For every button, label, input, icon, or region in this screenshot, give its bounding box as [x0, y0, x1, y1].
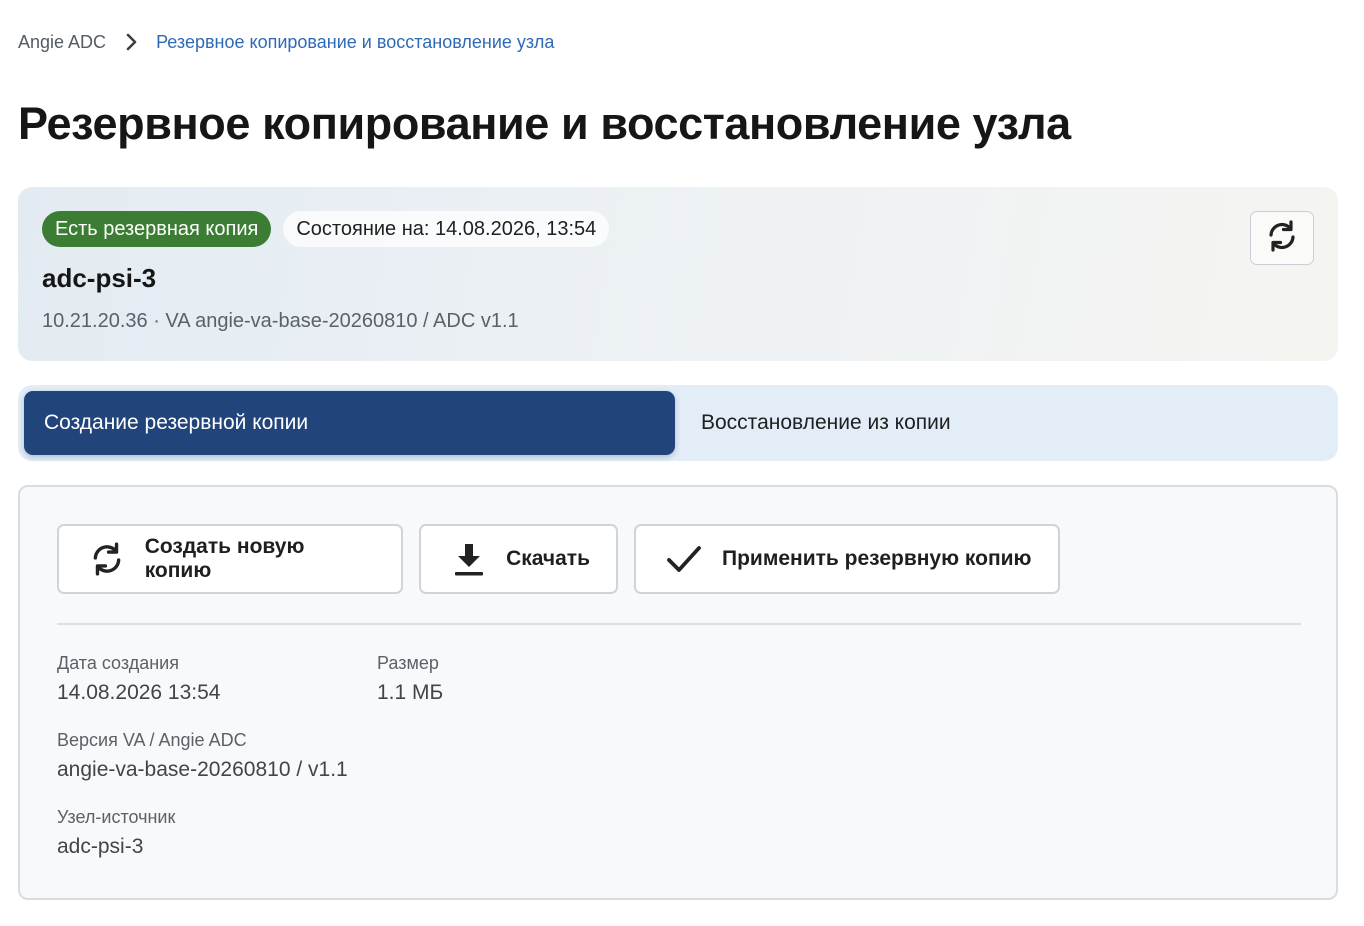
- action-buttons: Создать новую копию Скачать Применить ре…: [57, 524, 1060, 594]
- tab-restore-backup[interactable]: Восстановление из копии: [681, 391, 1332, 455]
- breadcrumb-current[interactable]: Резервное копирование и восстановление у…: [156, 32, 554, 53]
- created-date-label: Дата создания: [57, 653, 179, 673]
- page-title: Резервное копирование и восстановление у…: [18, 98, 1071, 149]
- breadcrumb-root[interactable]: Angie ADC: [18, 32, 106, 53]
- download-button[interactable]: Скачать: [419, 524, 618, 594]
- status-timestamp-badge: Состояние на: 14.08.2026, 13:54: [283, 211, 610, 247]
- create-backup-label: Создать новую копию: [144, 535, 305, 582]
- created-date-value: 14.08.2026 13:54: [57, 681, 221, 704]
- mode-tabs: Создание резервной копии Восстановление …: [18, 385, 1338, 461]
- apply-backup-label: Применить резервную копию: [722, 547, 1032, 570]
- size-label: Размер: [377, 653, 439, 673]
- download-icon: [449, 539, 488, 579]
- create-backup-button[interactable]: Создать новую копию: [57, 524, 403, 594]
- refresh-button[interactable]: [1250, 211, 1314, 265]
- node-meta: 10.21.20.36 · VA angie-va-base-20260810 …: [42, 310, 519, 332]
- source-node-label: Узел-источник: [57, 807, 176, 827]
- divider: [57, 623, 1301, 625]
- chevron-right-icon: [126, 33, 138, 51]
- apply-backup-button[interactable]: Применить резервную копию: [634, 524, 1060, 594]
- backup-panel: Создать новую копию Скачать Применить ре…: [18, 485, 1338, 900]
- node-card: Есть резервная копия Состояние на: 14.08…: [18, 187, 1338, 361]
- version-label: Версия VA / Angie ADC: [57, 730, 247, 750]
- download-label: Скачать: [506, 547, 590, 570]
- refresh-icon: [87, 539, 127, 579]
- node-badges: Есть резервная копия Состояние на: 14.08…: [42, 211, 610, 247]
- refresh-icon: [1265, 219, 1299, 258]
- check-icon: [664, 539, 704, 579]
- page: Angie ADC Резервное копирование и восста…: [0, 0, 1364, 926]
- breadcrumb: Angie ADC Резервное копирование и восста…: [18, 30, 554, 54]
- size-value: 1.1 МБ: [377, 681, 444, 704]
- tab-create-backup[interactable]: Создание резервной копии: [24, 391, 675, 455]
- version-value: angie-va-base-20260810 / v1.1: [57, 758, 348, 781]
- backup-status-badge: Есть резервная копия: [42, 211, 272, 247]
- node-name: adc-psi-3: [42, 263, 157, 293]
- source-node-value: adc-psi-3: [57, 835, 144, 858]
